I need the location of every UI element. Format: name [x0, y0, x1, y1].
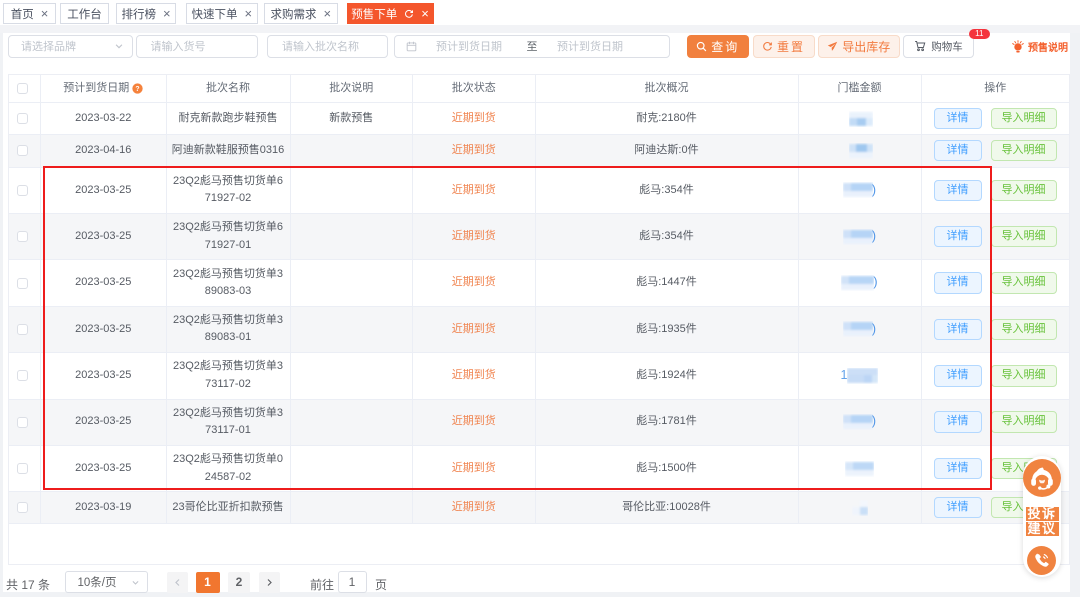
svg-text:?: ?: [136, 86, 140, 93]
